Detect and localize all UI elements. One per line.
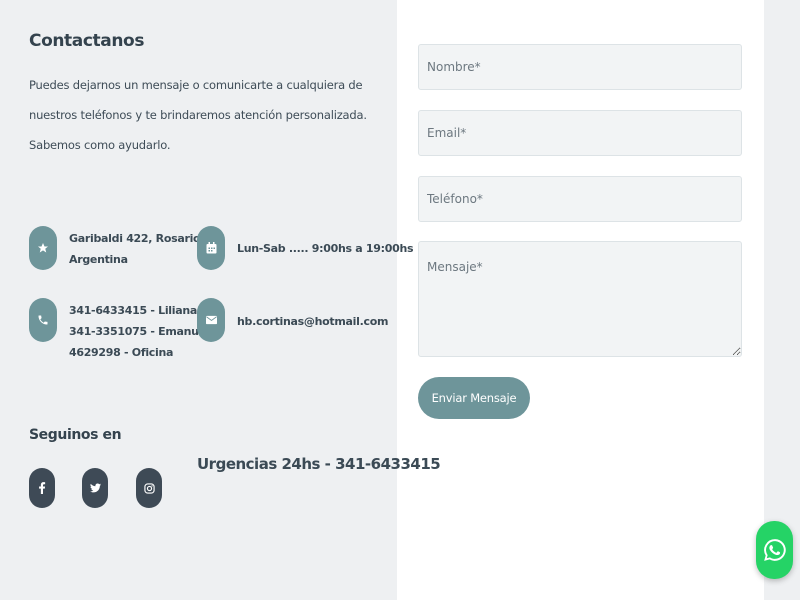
phone-field[interactable] [418,176,742,222]
star-icon [29,226,57,270]
page-edge-background [764,0,800,600]
phone-liliana: 341-6433415 - Liliana [69,304,198,317]
phone-oficina: 4629298 - Oficina [69,346,174,359]
phones-text: 341-6433415 - Liliana 341-3351075 - Eman… [69,300,210,363]
email-text: hb.cortinas@hotmail.com [237,315,389,328]
send-message-button[interactable]: Enviar Mensaje [418,377,530,419]
phone-emanuel: 341-3351075 - Emanuel [69,325,210,338]
calendar-icon [197,226,225,270]
phone-icon [29,298,57,342]
contact-intro-text: Puedes dejarnos un mensaje o comunicarte… [29,78,367,152]
address-line-1: Garibaldi 422, Rosario, [69,232,205,245]
contact-title: Contactanos [29,31,145,51]
name-field[interactable] [418,44,742,90]
instagram-icon[interactable] [136,468,162,508]
message-field[interactable] [418,241,742,357]
urgency-phone-text: Urgencias 24hs - 341-6433415 [197,455,441,473]
address-line-2: Argentina [69,253,128,266]
social-heading: Seguinos en [29,427,122,443]
email-field[interactable] [418,110,742,156]
whatsapp-icon[interactable] [756,521,793,579]
twitter-icon[interactable] [82,468,108,508]
envelope-icon [197,298,225,342]
facebook-icon[interactable] [29,468,55,508]
address-text: Garibaldi 422, Rosario, Argentina [69,228,204,270]
hours-text: Lun-Sab ..... 9:00hs a 19:00hs [237,242,414,255]
